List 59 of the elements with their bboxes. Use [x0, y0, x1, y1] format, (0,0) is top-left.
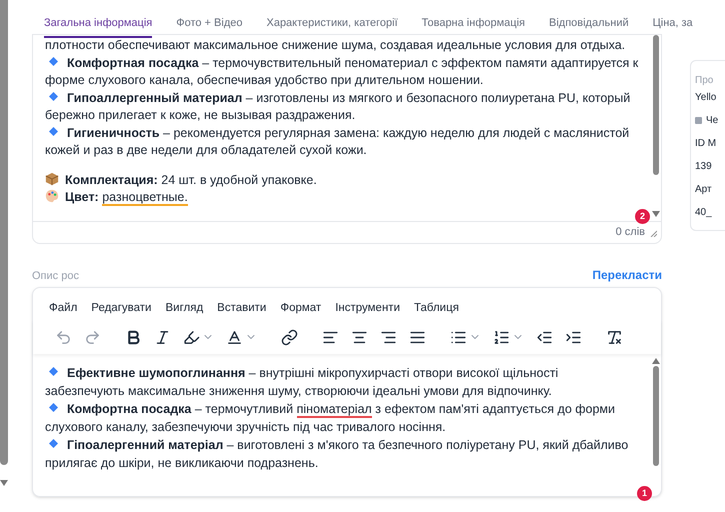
package-icon: [45, 172, 59, 186]
card-text: 139: [695, 160, 713, 174]
clear-formatting-icon: [606, 328, 623, 346]
card-text: ID M: [695, 137, 718, 151]
card-text: Yello: [695, 91, 718, 105]
menu-item[interactable]: Редагувати: [91, 298, 152, 320]
paragraph: Ефективне шумопоглинання – внутрішні мікропухирчасті отвори високої щільності забезпечують максимальне зниження шуму, створюючи ідеальні умови для відпочинку.: [45, 365, 560, 400]
palette-icon: [45, 189, 59, 203]
diamond-bullet-icon: [49, 367, 58, 376]
menu-item[interactable]: Інструменти: [335, 298, 400, 320]
diamond-bullet-icon: [49, 92, 58, 100]
card-text: Че: [706, 114, 718, 128]
scrollbar-thumb[interactable]: [653, 35, 659, 175]
card-text: 40_: [695, 206, 713, 220]
menu-item[interactable]: Вставити: [217, 298, 266, 320]
tab[interactable]: Характеристики, категорії: [266, 0, 398, 38]
bold-icon: [125, 328, 142, 346]
link-icon: [281, 328, 298, 346]
paragraph: Гипоаллергенный материал – изготовлены из мягкого и безопасного полиуретана PU, который бережно прилегает к коже, не вызывая раздражения.: [45, 90, 632, 124]
tab[interactable]: Товарна інформація: [422, 0, 525, 38]
undo-icon: [55, 328, 72, 346]
diamond-bullet-icon: [49, 403, 58, 412]
paragraph: Гіпоалергенний матеріал – виготовлені з м'якого та безпечного поліуретану PU, який дбайливо прилягає до шкіри, не викликаючи подразнень.: [45, 437, 630, 472]
redo-icon: [84, 328, 101, 346]
scrollbar-thumb[interactable]: [0, 0, 8, 465]
paragraph: плотности обеспечивают максимальное снижение шума, создавая идеальные условия для отдыха.: [45, 37, 626, 54]
numbered-list-icon: [493, 328, 510, 346]
highlighter-icon: [183, 328, 200, 346]
notification-badge: 2: [635, 209, 650, 224]
diamond-bullet-icon: [49, 126, 58, 136]
translate-link[interactable]: Перекласти: [592, 266, 662, 284]
text-color-icon: [226, 328, 243, 346]
paragraph: Комфортная посадка – термочувствительный пеноматериал с эффектом памяти адаптируется к форме слухового канала, обеспечивая удобство при длительном ношении.: [45, 54, 639, 89]
paragraph: Комплектация: 24 шт. в удобной упаковке.: [45, 172, 639, 189]
menu-item[interactable]: Вигляд: [165, 298, 204, 320]
diamond-bullet-icon: [49, 56, 58, 66]
paragraph: Цвет: разноцветные.: [45, 189, 639, 206]
tab[interactable]: Фото + Відео: [176, 0, 242, 38]
card-text: Арт: [695, 183, 713, 197]
menu-item[interactable]: Таблиця: [414, 298, 459, 320]
word-count: 0 слів: [616, 225, 645, 240]
menu-item[interactable]: Формат: [280, 298, 322, 320]
paragraph: Гигиеничность – рекомендуется регулярная замена: каждую неделю для людей с маслянистой кожей и раз в две недели для обладателей сухой кожи.: [45, 124, 630, 159]
tab[interactable]: Відповідальний: [549, 0, 629, 38]
diamond-bullet-icon: [49, 439, 58, 448]
card-label: Про: [695, 74, 714, 88]
menu-item[interactable]: Файл: [49, 298, 78, 320]
tab[interactable]: Ціна, за: [652, 0, 693, 38]
resize-handle-icon[interactable]: [649, 228, 657, 236]
scrollbar-thumb[interactable]: [653, 366, 659, 466]
field-label: Опис рос: [32, 268, 79, 284]
italic-icon: [154, 328, 171, 346]
tab[interactable]: Загальна інформація: [44, 0, 152, 38]
scroll-down-icon[interactable]: [652, 211, 660, 217]
paragraph: Комфортна посадка – термочутливий піноматеріал з ефектом пам'яті адаптується до форми слухового каналу, забезпечуючи зручність під час тривалого носіння.: [45, 401, 616, 436]
status-square-icon: [695, 117, 702, 124]
scroll-up-icon[interactable]: [652, 358, 660, 364]
scroll-down-icon[interactable]: [0, 480, 8, 486]
notification-badge: 1: [637, 486, 652, 501]
